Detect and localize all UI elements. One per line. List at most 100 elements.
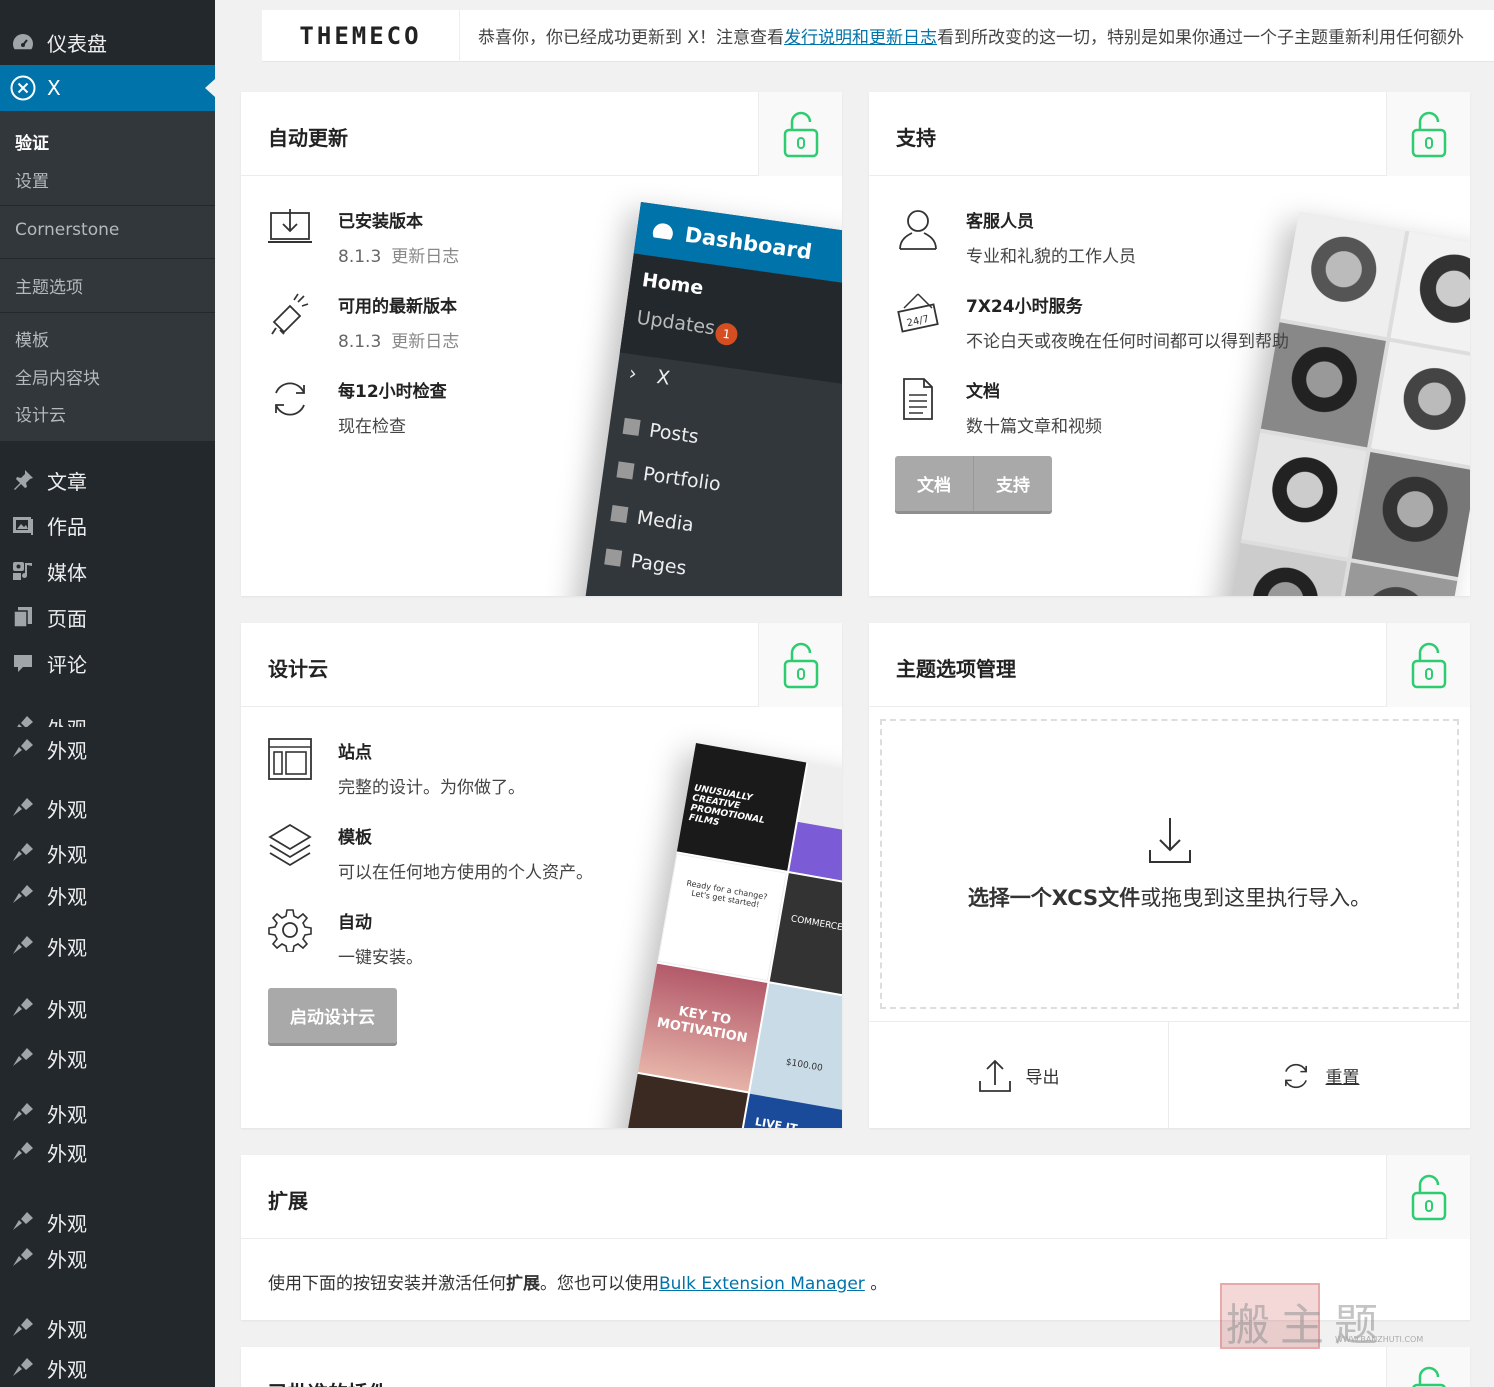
- brush-icon: [10, 713, 36, 727]
- menu-comments[interactable]: 评论: [0, 641, 215, 685]
- menu-appearance[interactable]: 外观: [0, 727, 215, 771]
- xcs-dropzone[interactable]: 选择一个XCS文件或拖曳到这里执行导入。: [880, 719, 1459, 1009]
- menu-pages[interactable]: 页面: [0, 595, 215, 639]
- latest-changelog-link[interactable]: 更新日志: [391, 332, 459, 352]
- user-icon: [896, 207, 940, 251]
- menu-x[interactable]: X: [0, 65, 215, 111]
- dashboard-icon: [652, 223, 673, 240]
- layers-icon: [268, 823, 312, 867]
- x-submenu: 验证 设置 Cornerstone 主题选项 模板 全局内容块 设计云: [0, 111, 215, 441]
- pages-icon: [10, 604, 36, 630]
- service-heading: 7X24小时服务: [966, 297, 1083, 317]
- unlock-icon: [758, 623, 842, 707]
- dropzone-drag-text: 或拖曳到这里执行导入。: [1140, 886, 1372, 910]
- support-box: 支持 客服人员 专业和礼貌的工作人员 24/7 7X24小时服务 不论白天或夜晚…: [869, 92, 1470, 596]
- submenu-theme-options[interactable]: 主题选项: [15, 273, 83, 298]
- menu-portfolio[interactable]: 作品: [0, 503, 215, 547]
- box-title: 自动更新: [268, 126, 348, 150]
- box-header: 支持: [869, 92, 1470, 176]
- menu-appearance[interactable]: 外观: [0, 786, 215, 830]
- service-row: 24/7 7X24小时服务 不论白天或夜晚在任何时间都可以得到帮助: [896, 292, 1289, 352]
- media-icon: [10, 558, 36, 584]
- menu-appearance[interactable]: 外观: [0, 831, 215, 875]
- menu-appearance[interactable]: 外观: [0, 1130, 215, 1174]
- latest-version: 8.1.3: [338, 332, 382, 352]
- menu-label: 外观: [47, 997, 87, 1022]
- box-title: 已批准的插件: [268, 1377, 388, 1387]
- brush-icon: [10, 1245, 36, 1271]
- menu-label: 仪表盘: [47, 31, 107, 56]
- menu-appearance[interactable]: 外观: [0, 924, 215, 968]
- brush-icon: [10, 1045, 36, 1071]
- submenu-templates[interactable]: 模板: [15, 326, 49, 351]
- menu-label: 外观: [47, 1211, 87, 1236]
- sign-247-icon: 24/7: [896, 292, 940, 336]
- menu-label: 媒体: [47, 560, 87, 585]
- submenu-divider: [0, 258, 215, 259]
- brush-icon: [10, 736, 36, 762]
- brush-icon: [10, 1139, 36, 1165]
- menu-appearance[interactable]: 外观: [0, 1091, 215, 1135]
- release-notes-link[interactable]: 发行说明和更新日志: [784, 28, 937, 48]
- dashboard-illustration: Dashboard Home Updates 1 › X Posts Portf…: [581, 202, 842, 596]
- submenu-cornerstone[interactable]: Cornerstone: [15, 220, 119, 240]
- box-title: 支持: [896, 126, 936, 150]
- extensions-text-after: 。: [864, 1274, 888, 1294]
- menu-appearance[interactable]: 外观: [0, 986, 215, 1030]
- menu-appearance[interactable]: 外观: [0, 1036, 215, 1080]
- layout-icon: [268, 738, 312, 782]
- launch-design-cloud-button[interactable]: 启动设计云: [268, 988, 397, 1043]
- check-now-link[interactable]: 现在检查: [338, 412, 447, 437]
- pin-icon: [622, 417, 641, 436]
- installed-changelog-link[interactable]: 更新日志: [391, 247, 459, 267]
- menu-label: 评论: [47, 652, 87, 677]
- bulk-extension-manager-link[interactable]: Bulk Extension Manager: [659, 1274, 865, 1294]
- comment-icon: [10, 650, 36, 676]
- brush-icon: [10, 1355, 36, 1381]
- latest-version-row: 可用的最新版本 8.1.3 更新日志: [268, 292, 459, 352]
- design-cloud-box: 设计云 UNUSUALLY CREATIVE PROMOTIONAL FILMS…: [241, 623, 842, 1128]
- menu-label: 外观: [47, 842, 87, 867]
- menu-label: 外观: [47, 935, 87, 960]
- menu-media[interactable]: 媒体: [0, 549, 215, 593]
- submenu-design-cloud[interactable]: 设计云: [15, 401, 66, 426]
- menu-posts[interactable]: 文章: [0, 458, 215, 502]
- menu-appearance-clipped[interactable]: 外观: [0, 713, 215, 727]
- docs-button[interactable]: 文档: [895, 456, 973, 511]
- reset-button[interactable]: 重置: [1169, 1021, 1470, 1128]
- notice-text: 恭喜你，你已经成功更新到 X！注意查看发行说明和更新日志看到所改变的这一切，特别…: [460, 23, 1464, 48]
- latest-heading: 可用的最新版本: [338, 297, 457, 317]
- box-title: 主题选项管理: [896, 657, 1016, 681]
- box-header: 设计云: [241, 623, 842, 707]
- document-icon: [896, 377, 940, 421]
- menu-label: 外观: [47, 1317, 87, 1342]
- docs-heading: 文档: [966, 382, 1000, 402]
- menu-appearance[interactable]: 外观: [0, 1238, 215, 1278]
- pages-icon: [604, 548, 623, 567]
- submenu-validation[interactable]: 验证: [15, 129, 49, 154]
- staff-photo: [1241, 432, 1367, 558]
- dropzone-select-file: 选择一个XCS文件: [967, 886, 1141, 910]
- box-header: 自动更新: [241, 92, 842, 176]
- menu-label: 外观: [47, 797, 87, 822]
- menu-label: 外观: [47, 738, 87, 763]
- portfolio-icon: [616, 461, 635, 480]
- themeco-logo: THEMECO: [262, 9, 460, 62]
- check-row: 每12小时检查 现在检查: [268, 377, 447, 437]
- export-button[interactable]: 导出: [869, 1021, 1169, 1128]
- menu-appearance[interactable]: 外观: [0, 1346, 215, 1387]
- menu-appearance[interactable]: 外观: [0, 873, 215, 917]
- unlock-icon: [1386, 1347, 1470, 1387]
- pin-icon: [10, 467, 36, 493]
- gear-icon: [268, 908, 312, 952]
- submenu-settings[interactable]: 设置: [15, 167, 49, 192]
- menu-appearance[interactable]: 外观: [0, 1306, 215, 1350]
- staff-photo: [1351, 452, 1470, 578]
- support-button[interactable]: 支持: [973, 456, 1052, 511]
- submenu-global-blocks[interactable]: 全局内容块: [15, 364, 100, 389]
- box-title: 设计云: [268, 657, 328, 681]
- extensions-text-before: 使用下面的按钮安装并激活任何: [268, 1274, 506, 1294]
- menu-label: 外观: [47, 1047, 87, 1072]
- menu-dashboard[interactable]: 仪表盘: [0, 20, 215, 64]
- brush-icon: [10, 840, 36, 866]
